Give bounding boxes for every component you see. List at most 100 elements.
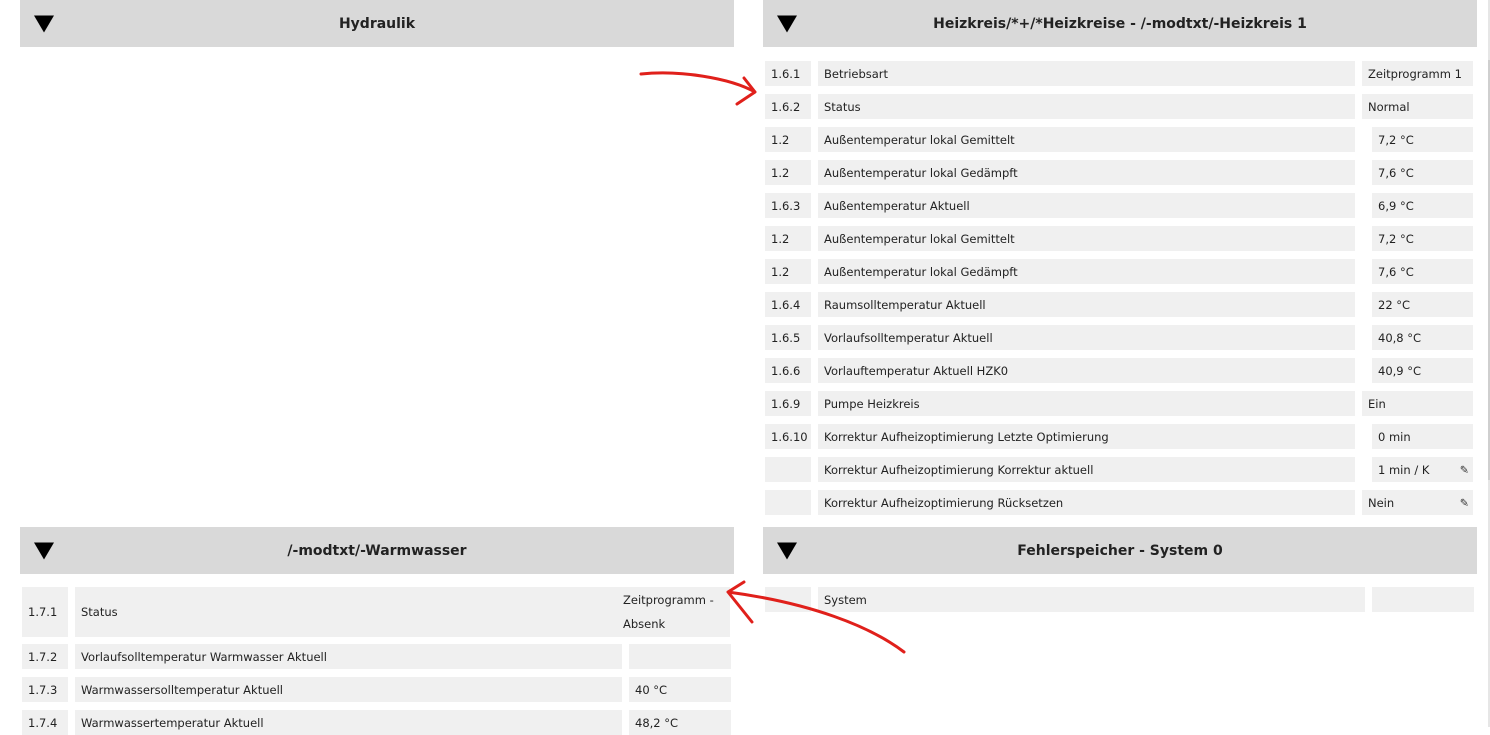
row-value-text: Zeitprogramm 1	[1368, 66, 1462, 81]
row-label: Vorlaufsolltemperatur Warmwasser Aktuell	[75, 644, 622, 669]
row-value: 22 °C	[1372, 292, 1473, 317]
panel-hydraulik: Hydraulik	[20, 0, 734, 47]
row-value: 7,2 °C	[1372, 226, 1473, 251]
row-value-text: Ein	[1368, 396, 1386, 411]
row-value-text: 7,2 °C	[1378, 231, 1414, 246]
row-value-text: 40 °C	[635, 682, 668, 697]
table-row: 1.6.5 Vorlaufsolltemperatur Aktuell 40,8 °…	[763, 325, 1477, 350]
panel-title: Hydraulik	[338, 15, 416, 32]
row-id	[765, 457, 811, 482]
table-row: 1.7.1 Status Zeitprogramm - Absenk	[20, 587, 734, 637]
row-id: 1.6.9	[765, 391, 811, 416]
table-row: 1.7.2 Vorlaufsolltemperatur Warmwasser Ak…	[20, 644, 734, 669]
row-value-text: 0 min	[1378, 429, 1411, 444]
row-id: 1.6.6	[765, 358, 811, 383]
row-label: Außentemperatur Aktuell	[818, 193, 1355, 218]
panel-title: Heizkreis/*+/*Heizkreise - /-modtxt/-Hei…	[933, 15, 1307, 32]
row-label: Pumpe Heizkreis	[818, 391, 1355, 416]
row-label: Außentemperatur lokal Gedämpft	[818, 259, 1355, 284]
row-id: 1.2	[765, 160, 811, 185]
triangle-down-icon[interactable]	[777, 542, 797, 559]
row-label: Betriebsart	[818, 61, 1355, 86]
pencil-icon[interactable]: ✎	[1460, 463, 1469, 476]
table-row: 1.6.1 Betriebsart Zeitprogramm 1	[763, 61, 1477, 86]
row-id: 1.2	[765, 127, 811, 152]
row-value-text: Zeitprogramm - Absenk	[623, 593, 714, 631]
row-value[interactable]: 1 min / K ✎	[1372, 457, 1473, 482]
table-row: 1.6.6 Vorlauftemperatur Aktuell HZK0 40,9 …	[763, 358, 1477, 383]
row-id: 1.7.2	[22, 644, 68, 669]
row-value-text: 22 °C	[1378, 297, 1411, 312]
panel-title: Fehlerspeicher - System 0	[1017, 542, 1223, 559]
annotation-arrow-top	[639, 71, 757, 106]
row-value: Zeitprogramm 1	[1362, 61, 1473, 86]
pencil-icon[interactable]: ✎	[1460, 496, 1469, 509]
panel-fehlerspeicher: Fehlerspeicher - System 0 System	[763, 527, 1477, 612]
row-id: 1.6.2	[765, 94, 811, 119]
row-value-text: 7,2 °C	[1378, 132, 1414, 147]
row-value-text: 6,9 °C	[1378, 198, 1414, 213]
row-label: Vorlaufsolltemperatur Aktuell	[818, 325, 1355, 350]
row-label: Außentemperatur lokal Gemittelt	[818, 127, 1355, 152]
panel-header-hydraulik[interactable]: Hydraulik	[20, 0, 734, 47]
row-id: 1.6.3	[765, 193, 811, 218]
row-label: Status	[75, 587, 622, 637]
row-id: 1.7.4	[22, 710, 68, 735]
row-value: 0 min	[1372, 424, 1473, 449]
row-id: 1.7.1	[22, 587, 68, 637]
table-row: 1.6.4 Raumsolltemperatur Aktuell 22 °C	[763, 292, 1477, 317]
row-value: 40 °C	[629, 677, 731, 702]
panel-title: /-modtxt/-Warmwasser	[287, 542, 467, 559]
row-label: Korrektur Aufheizoptimierung Letzte Opti…	[818, 424, 1355, 449]
row-value-text: Nein	[1368, 495, 1395, 510]
row-label: Status	[818, 94, 1355, 119]
row-id	[765, 587, 811, 612]
row-id	[765, 490, 811, 515]
row-value: 40,9 °C	[1372, 358, 1473, 383]
panel-heizkreis: Heizkreis/*+/*Heizkreise - /-modtxt/-Hei…	[763, 0, 1477, 515]
row-value	[1372, 587, 1474, 612]
panel-header-warmwasser[interactable]: /-modtxt/-Warmwasser	[20, 527, 734, 574]
panel-warmwasser: /-modtxt/-Warmwasser 1.7.1 Status Zeitprog…	[20, 527, 734, 735]
table-row: 1.2 Außentemperatur lokal Gemittelt 7,2 °C	[763, 226, 1477, 251]
row-label: Warmwassertemperatur Aktuell	[75, 710, 622, 735]
row-value	[629, 644, 731, 669]
table-row: 1.6.2 Status Normal	[763, 94, 1477, 119]
row-value: Ein	[1362, 391, 1473, 416]
table-row: 1.6.10 Korrektur Aufheizoptimierung Letzt…	[763, 424, 1477, 449]
row-label: Korrektur Aufheizoptimierung Rücksetzen	[818, 490, 1355, 515]
row-value-text: 40,9 °C	[1378, 363, 1422, 378]
row-value-text: 7,6 °C	[1378, 264, 1414, 279]
table-row: 1.2 Außentemperatur lokal Gedämpft 7,6 °C	[763, 259, 1477, 284]
row-label: Raumsolltemperatur Aktuell	[818, 292, 1355, 317]
table-row: Korrektur Aufheizoptimierung Korrektur a…	[763, 457, 1477, 482]
row-id: 1.6.4	[765, 292, 811, 317]
row-value: 7,6 °C	[1372, 259, 1473, 284]
row-label: System	[818, 587, 1365, 612]
row-value[interactable]: Nein ✎	[1362, 490, 1473, 515]
table-row: 1.7.4 Warmwassertemperatur Aktuell 48,2 °C	[20, 710, 734, 735]
triangle-down-icon[interactable]	[777, 15, 797, 32]
row-id: 1.6.10	[765, 424, 811, 449]
row-id: 1.2	[765, 259, 811, 284]
row-label: Warmwassersolltemperatur Aktuell	[75, 677, 622, 702]
row-value: 40,8 °C	[1372, 325, 1473, 350]
row-value: 7,2 °C	[1372, 127, 1473, 152]
row-id: 1.7.3	[22, 677, 68, 702]
row-value-text: Normal	[1368, 99, 1410, 114]
triangle-down-icon[interactable]	[34, 542, 54, 559]
row-label: Außentemperatur lokal Gedämpft	[818, 160, 1355, 185]
panel-header-fehlerspeicher[interactable]: Fehlerspeicher - System 0	[763, 527, 1477, 574]
panel-header-heizkreis[interactable]: Heizkreis/*+/*Heizkreise - /-modtxt/-Hei…	[763, 0, 1477, 47]
row-value-text: 1 min / K	[1378, 462, 1430, 477]
table-row: System	[763, 587, 1477, 612]
row-value: 6,9 °C	[1372, 193, 1473, 218]
row-id: 1.2	[765, 226, 811, 251]
table-row: 1.6.3 Außentemperatur Aktuell 6,9 °C	[763, 193, 1477, 218]
table-row: 1.7.3 Warmwassersolltemperatur Aktuell 40 …	[20, 677, 734, 702]
row-value: 7,6 °C	[1372, 160, 1473, 185]
triangle-down-icon[interactable]	[34, 15, 54, 32]
table-row: Korrektur Aufheizoptimierung Rücksetzen N…	[763, 490, 1477, 515]
table-row: 1.2 Außentemperatur lokal Gedämpft 7,6 °C	[763, 160, 1477, 185]
row-value: Zeitprogramm - Absenk	[617, 587, 730, 637]
